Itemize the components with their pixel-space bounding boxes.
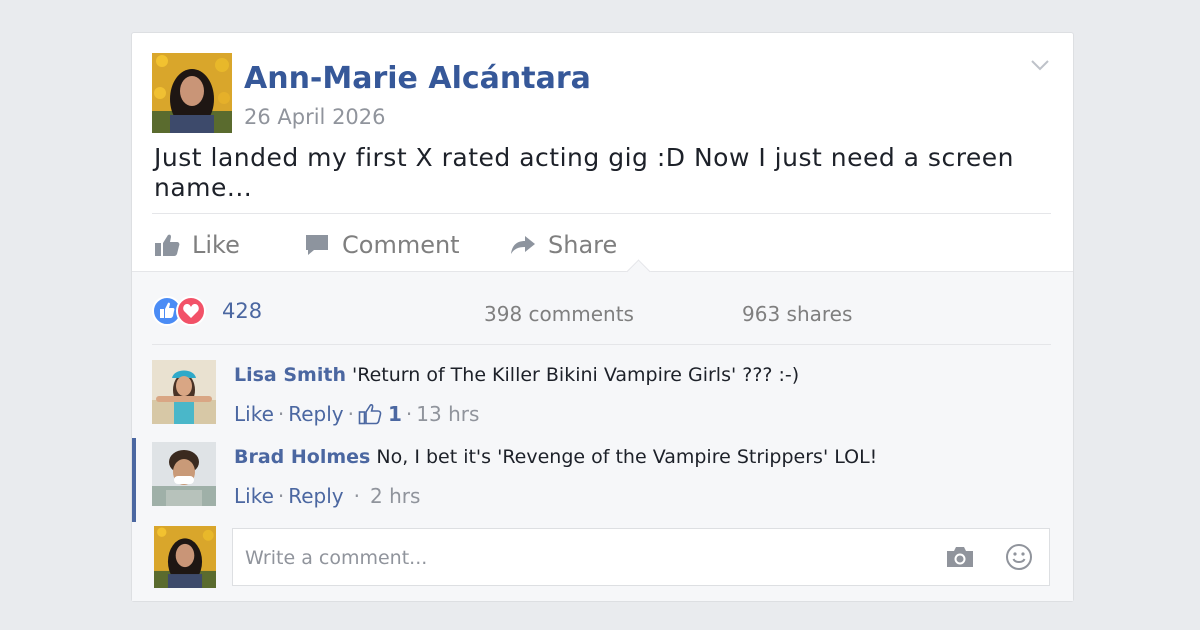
camera-icon[interactable] [945,545,975,573]
feedback-section: 428 398 comments 963 shares Lisa Smith '… [132,259,1073,601]
share-button[interactable]: Share [510,229,617,261]
current-user-avatar[interactable] [154,526,216,588]
comment-text: No, I bet it's 'Revenge of the Vampire S… [376,446,878,468]
comment-meta: Like · Reply · 2 hrs [234,484,420,508]
comment-like-link[interactable]: Like [234,402,274,426]
post-text: Just landed my first X rated acting gig … [154,143,1015,202]
commenter-avatar[interactable] [152,360,216,424]
thread-indicator [132,438,136,522]
separator: · [347,402,354,426]
divider [152,213,1051,214]
comment-like-link[interactable]: Like [234,484,274,508]
comment: Lisa Smith 'Return of The Killer Bikini … [234,364,799,386]
comments-count[interactable]: 398 comments [484,302,634,326]
comment-button[interactable]: Comment [304,229,460,261]
like-button[interactable]: Like [154,229,240,261]
post-date[interactable]: 26 April 2026 [244,105,386,129]
separator: · [277,402,285,426]
notch [626,259,651,284]
comment-input[interactable] [243,529,927,587]
commenter-name[interactable]: Lisa Smith [234,364,346,386]
separator: · [353,484,360,508]
thumbs-up-outline-icon [358,404,382,425]
love-icon [176,296,206,326]
comment-icon [306,235,328,255]
comment-meta: Like · Reply · 1 · 13 hrs [234,402,479,426]
reactions-count: 428 [222,299,263,323]
comment-like-count[interactable]: 1 [388,402,402,426]
comment-time[interactable]: 13 hrs [416,402,479,426]
comment-reply-link[interactable]: Reply [288,402,343,426]
author-avatar[interactable] [152,53,232,133]
comment-reply-link[interactable]: Reply [288,484,343,508]
commenter-name[interactable]: Brad Holmes [234,446,370,468]
share-icon [511,236,535,254]
comment-text: 'Return of The Killer Bikini Vampire Gir… [352,364,800,386]
comment-label: Comment [342,231,460,259]
shares-count[interactable]: 963 shares [742,302,852,326]
author-name[interactable]: Ann-Marie Alcántara [244,61,591,96]
smiley-icon[interactable] [1005,543,1033,575]
comment-composer [232,528,1050,587]
divider [152,344,1051,345]
separator: · [277,484,285,508]
separator: · [405,402,413,426]
reactions-summary[interactable]: 428 [152,296,262,326]
like-label: Like [192,231,240,259]
comment-time[interactable]: 2 hrs [370,484,420,508]
post-card: Ann-Marie Alcántara 26 April 2026 Just l… [131,32,1074,602]
share-label: Share [548,231,618,259]
thumbs-up-icon [155,234,180,256]
comment: Brad Holmes No, I bet it's 'Revenge of t… [234,446,877,468]
chevron-down-icon[interactable] [1029,57,1051,73]
commenter-avatar[interactable] [152,442,216,506]
